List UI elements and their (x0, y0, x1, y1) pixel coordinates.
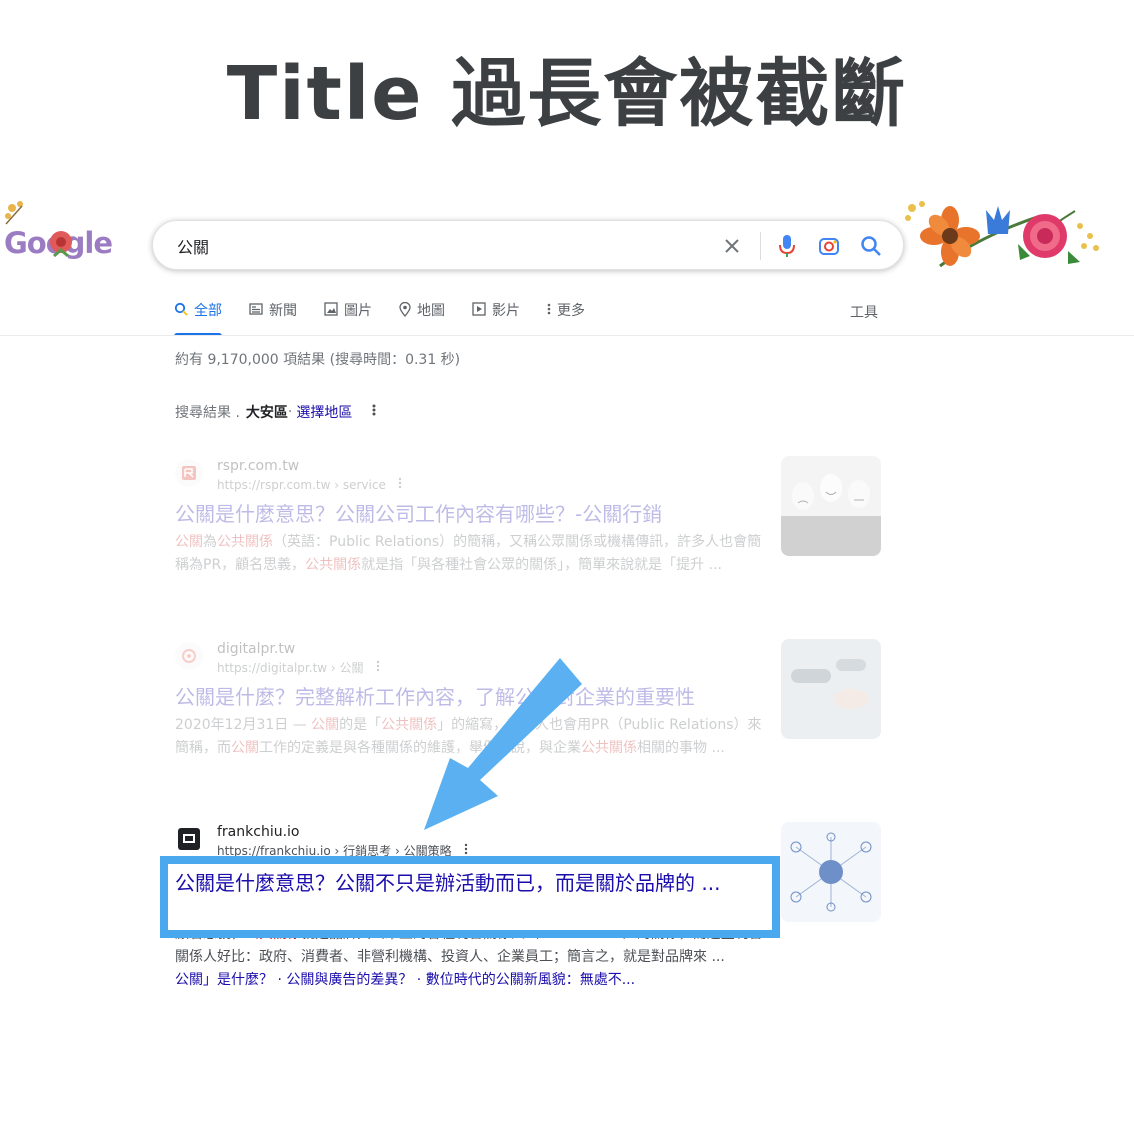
snippet-text: 為 (203, 534, 217, 550)
snippet-keyword: 公共關係 (305, 557, 362, 573)
flower-doodle-icon (50, 231, 72, 258)
site-favicon-icon (175, 459, 203, 487)
more-vert-icon[interactable] (376, 658, 380, 678)
snippet-keyword: 公關 (175, 534, 203, 550)
microphone-icon[interactable] (773, 232, 801, 260)
site-url: https://rspr.com.tw › service (217, 478, 386, 492)
choose-area-link[interactable]: 選擇地區 (296, 402, 352, 422)
result-thumbnail[interactable] (781, 822, 881, 922)
tab-images[interactable]: 圖片 (324, 300, 372, 336)
search-tabs: 全部 新聞 圖片 地圖 影片 更多 (174, 300, 612, 336)
tab-news[interactable]: 新聞 (249, 300, 297, 336)
result-snippet: 公關為公共關係（英語：Public Relations）的簡稱，又稱公眾關係或機… (175, 531, 765, 577)
google-doodle-logo[interactable]: Google (4, 201, 114, 268)
search-icon (174, 302, 188, 320)
divider (760, 232, 761, 260)
result-thumbnail[interactable] (781, 456, 881, 556)
tab-more[interactable]: 更多 (547, 300, 585, 336)
tools-button[interactable]: 工具 (850, 302, 878, 322)
result-thumbnail[interactable] (781, 639, 881, 739)
snippet-text: 的是「 (339, 717, 382, 733)
result-stats: 約有 9,170,000 項結果 (搜尋時間：0.31 秒) (175, 352, 461, 368)
snippet-keyword: 公關 (231, 740, 259, 756)
nav-divider (0, 335, 1134, 336)
snippet-keyword: 公共關係 (217, 534, 273, 550)
map-pin-icon (399, 301, 411, 321)
local-results-line: 搜尋結果 . 大安區 · 選擇地區 (175, 402, 376, 422)
search-result: rspr.com.tw https://rspr.com.tw › servic… (175, 457, 765, 577)
tab-videos[interactable]: 影片 (472, 300, 520, 336)
site-favicon-icon (175, 642, 203, 670)
lens-camera-icon[interactable] (815, 232, 843, 260)
site-name: digitalpr.tw (217, 641, 296, 657)
search-input[interactable]: 公關 (177, 234, 209, 258)
site-name: rspr.com.tw (217, 458, 300, 474)
search-icon[interactable] (857, 232, 885, 260)
flowers-doodle-icon (905, 201, 1099, 268)
snippet-text: 相關的事物 ... (637, 740, 725, 756)
site-favicon-icon (175, 825, 203, 853)
play-icon (472, 302, 486, 320)
arrow-pointer-icon (424, 658, 582, 830)
more-vert-icon (547, 302, 551, 320)
snippet-text: 就是指「與各種社會公眾的關係」，簡單來說就是「提升 ... (361, 557, 722, 573)
local-location: 大安區 (245, 405, 288, 421)
slide-title: Title 過長會被截斷 (226, 51, 908, 137)
more-vert-icon[interactable] (372, 403, 376, 421)
result-sitelinks[interactable]: 公關」是什麼？ · 公關與廣告的差異？ · 數位時代的公關新風貌：無處不... (175, 969, 765, 991)
search-box[interactable]: 公關 (152, 220, 904, 270)
site-url: https://digitalpr.tw › 公關 (217, 661, 364, 675)
newspaper-icon (249, 302, 263, 320)
result-title-link[interactable]: 公關是什麼意思？公關不只是辦活動而已，而是關於品牌的 ... (175, 868, 765, 898)
sprig-icon (5, 201, 23, 225)
clear-icon[interactable] (718, 232, 746, 260)
local-sep: · (287, 404, 293, 420)
tab-all[interactable]: 全部 (174, 300, 222, 336)
image-icon (324, 302, 338, 320)
tab-maps[interactable]: 地圖 (399, 300, 445, 336)
snippet-keyword: 公關 (311, 717, 340, 733)
more-vert-icon[interactable] (398, 475, 402, 495)
result-title-link[interactable]: 公關是什麼意思？公關公司工作內容有哪些？-公關行銷 (175, 501, 765, 527)
local-prefix: 搜尋結果 . (175, 405, 240, 421)
snippet-text: 2020年12月31日 — (175, 717, 312, 733)
